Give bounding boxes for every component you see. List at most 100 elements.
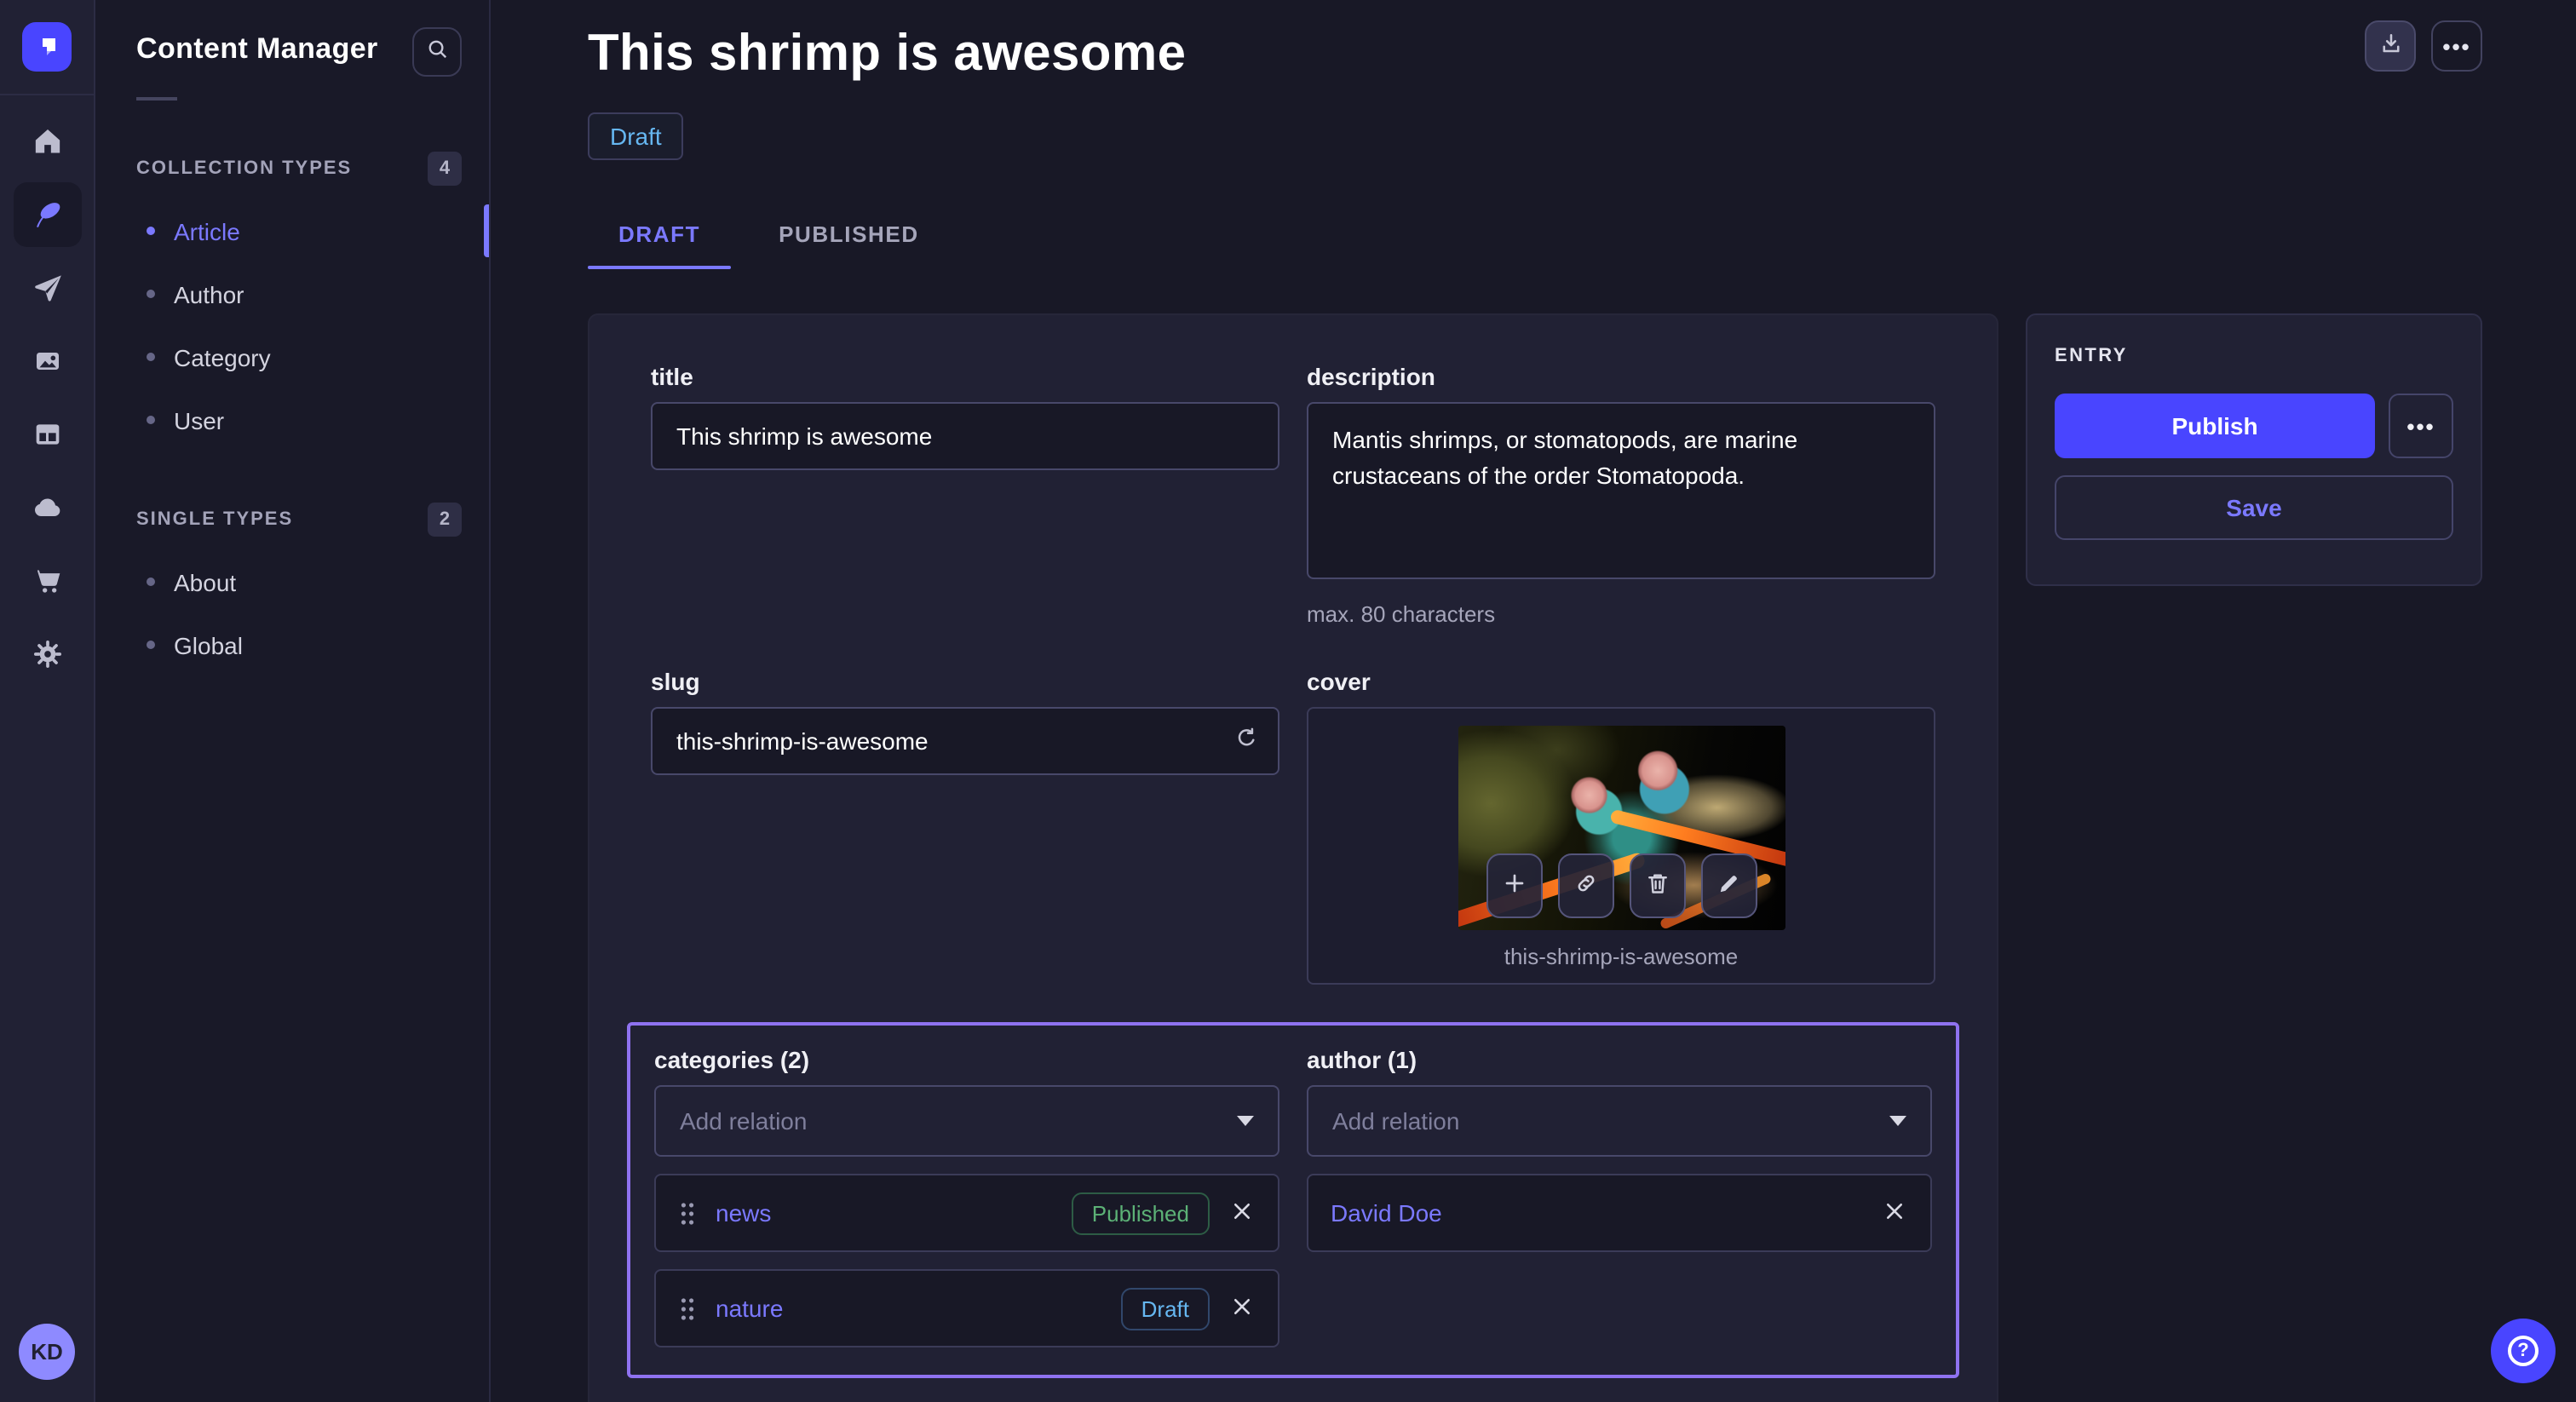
sidebar-item-transfer[interactable] [13, 256, 81, 320]
ellipsis-icon: ••• [2406, 413, 2435, 439]
cover-actions [1486, 853, 1757, 918]
relation-item-david-doe: David Doe [1307, 1174, 1932, 1252]
chevron-down-icon [1889, 1116, 1906, 1126]
cover-image[interactable] [1458, 726, 1785, 930]
entry-heading: ENTRY [2055, 346, 2453, 366]
bullet-icon [147, 227, 155, 235]
refresh-icon [1233, 726, 1259, 756]
entry-more-button[interactable]: ••• [2389, 394, 2453, 458]
relation-status-badge: Draft [1121, 1287, 1210, 1330]
entry-panel: ENTRY Publish ••• Save [2026, 313, 2482, 586]
search-button[interactable] [412, 27, 462, 77]
sidebar-item-author[interactable]: Author [95, 262, 489, 325]
categories-add-relation-select[interactable]: Add relation [654, 1085, 1279, 1157]
home-icon [30, 124, 64, 158]
remove-relation-button[interactable] [1228, 1292, 1256, 1324]
link-icon [1573, 871, 1598, 901]
sidebar-item-deploy[interactable] [13, 475, 81, 540]
cover-card: this-shrimp-is-awesome [1307, 707, 1935, 985]
save-button[interactable]: Save [2055, 475, 2453, 540]
description-field: description Mantis shrimps, or stomatopo… [1307, 363, 1935, 627]
sidebar-item-marketplace[interactable] [13, 549, 81, 613]
sidebar-item-category[interactable]: Category [95, 325, 489, 388]
copy-link-button[interactable] [1557, 853, 1613, 918]
strapi-logo-icon [34, 34, 60, 60]
sidebar-item-global[interactable]: Global [95, 613, 489, 676]
collection-types-count: 4 [428, 152, 462, 186]
sidebar-item-media-library[interactable] [13, 329, 81, 394]
slug-field: slug [651, 668, 1279, 985]
bullet-icon [147, 577, 155, 586]
sidebar-item-settings[interactable] [13, 622, 81, 687]
tab-published[interactable]: PUBLISHED [748, 204, 950, 269]
delete-asset-button[interactable] [1629, 853, 1685, 918]
strapi-app: KD Content Manager COLLECTION TYPES 4 Ar… [0, 0, 2576, 1402]
close-icon [1232, 1200, 1252, 1226]
version-tabs: DRAFT PUBLISHED [588, 204, 2482, 269]
plus-icon [1501, 871, 1527, 901]
relation-item-news: news Published [654, 1174, 1279, 1252]
more-options-button[interactable]: ••• [2431, 20, 2482, 72]
categories-label: categories (2) [654, 1046, 1279, 1073]
drag-handle-icon[interactable] [678, 1198, 697, 1227]
chevron-down-icon [1237, 1116, 1254, 1126]
ellipsis-icon: ••• [2442, 33, 2470, 59]
main-content: ••• This shrimp is awesome Draft DRAFT P… [491, 0, 2576, 1402]
question-icon: ? [2508, 1336, 2539, 1366]
paper-plane-icon [30, 271, 64, 305]
export-button[interactable] [2365, 20, 2416, 72]
title-input[interactable] [651, 402, 1279, 470]
cover-field: cover [1307, 668, 1935, 985]
categories-field: categories (2) Add relation news Publ [654, 1046, 1279, 1347]
slug-input[interactable] [651, 707, 1279, 775]
logo-wrap [0, 0, 94, 95]
sidebar-item-about[interactable]: About [95, 550, 489, 613]
edit-asset-button[interactable] [1700, 853, 1757, 918]
feather-icon [30, 198, 64, 232]
single-types-count: 2 [428, 503, 462, 537]
relations-highlight: categories (2) Add relation news Publ [627, 1022, 1959, 1378]
bullet-icon [147, 416, 155, 424]
images-icon [30, 344, 64, 378]
remove-relation-button[interactable] [1228, 1197, 1256, 1229]
cart-icon [30, 564, 64, 598]
close-icon [1232, 1296, 1252, 1321]
author-field: author (1) Add relation David Doe [1307, 1046, 1932, 1347]
search-icon [425, 37, 449, 66]
user-avatar[interactable]: KD [19, 1324, 75, 1380]
content-manager-sidebar: Content Manager COLLECTION TYPES 4 Artic… [95, 0, 491, 1402]
bullet-icon [147, 290, 155, 298]
sidebar-item-user[interactable]: User [95, 388, 489, 451]
publish-button[interactable]: Publish [2055, 394, 2375, 458]
collection-types-label: COLLECTION TYPES [136, 158, 352, 179]
sidebar-divider [136, 97, 177, 101]
sidebar-item-article[interactable]: Article [95, 199, 489, 262]
sidebar-item-home[interactable] [13, 109, 81, 174]
author-add-relation-select[interactable]: Add relation [1307, 1085, 1932, 1157]
relation-link[interactable]: David Doe [1331, 1199, 1862, 1227]
download-icon [2378, 31, 2403, 61]
add-asset-button[interactable] [1486, 853, 1542, 918]
sidebar-item-content-manager[interactable] [13, 182, 81, 247]
sidebar-item-content-type-builder[interactable] [13, 402, 81, 467]
relation-status-badge: Published [1072, 1192, 1210, 1234]
pencil-icon [1716, 871, 1741, 901]
trash-icon [1644, 871, 1670, 901]
title-label: title [651, 363, 1279, 390]
regenerate-slug-button[interactable] [1233, 726, 1259, 756]
description-hint: max. 80 characters [1307, 601, 1935, 627]
help-button[interactable]: ? [2491, 1319, 2556, 1383]
collection-types-section: COLLECTION TYPES 4 Article Author Catego… [95, 152, 489, 451]
cover-label: cover [1307, 668, 1935, 695]
remove-relation-button[interactable] [1881, 1197, 1908, 1229]
relation-link[interactable]: news [716, 1199, 1053, 1227]
single-types-section: SINGLE TYPES 2 About Global [95, 503, 489, 676]
layout-icon [30, 417, 64, 451]
status-badge: Draft [588, 112, 684, 160]
nav-rail: KD [0, 0, 95, 1402]
tab-draft[interactable]: DRAFT [588, 204, 731, 269]
drag-handle-icon[interactable] [678, 1294, 697, 1323]
strapi-logo[interactable] [22, 22, 72, 72]
description-textarea[interactable]: Mantis shrimps, or stomatopods, are mari… [1307, 402, 1935, 579]
relation-link[interactable]: nature [716, 1295, 1102, 1322]
